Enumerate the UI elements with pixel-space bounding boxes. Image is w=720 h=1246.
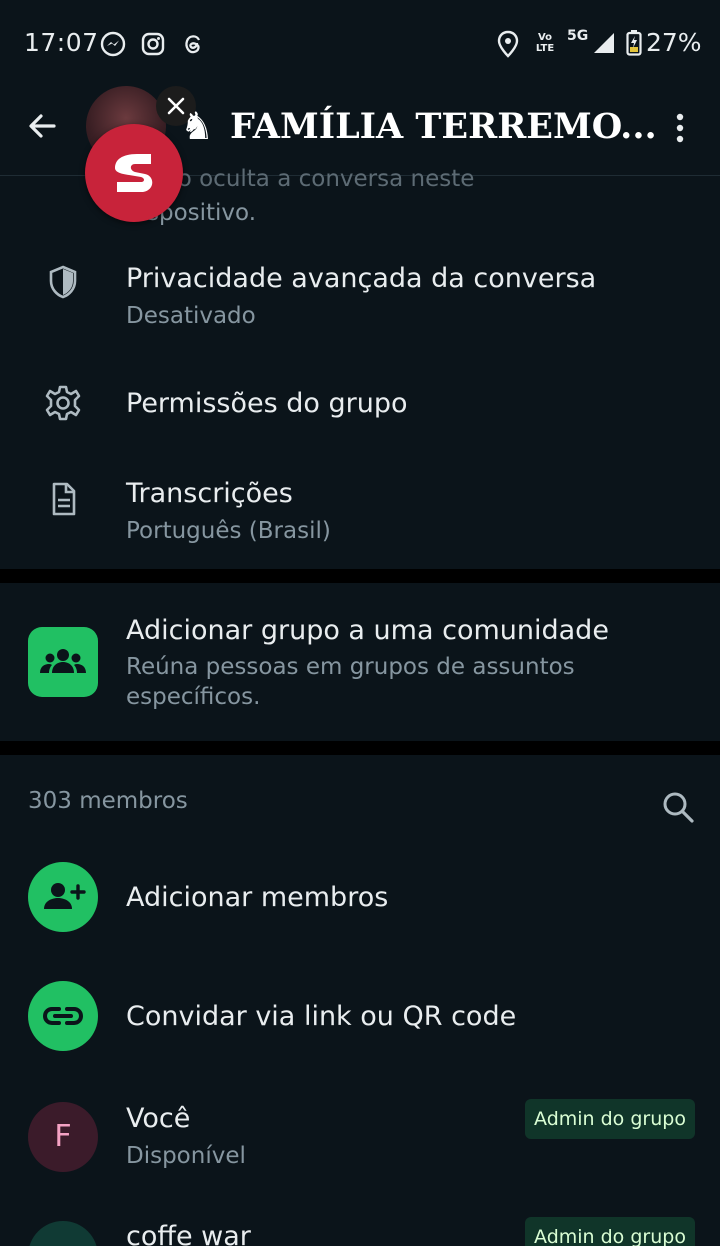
add-person-icon xyxy=(44,883,86,909)
back-arrow-icon[interactable] xyxy=(24,108,60,144)
section-divider xyxy=(0,569,720,583)
invite-icon-circle xyxy=(28,981,98,1051)
knight-chess-icon: ♞ xyxy=(180,104,215,148)
status-time: 17:07 xyxy=(24,28,99,57)
add-members-label: Adicionar membros xyxy=(126,882,389,913)
members-count: 303 membros xyxy=(28,788,188,814)
section-divider xyxy=(0,741,720,755)
privacy-title: Privacidade avançada da conversa xyxy=(126,263,597,294)
member-name: Você xyxy=(126,1103,191,1134)
privacy-status: Desativado xyxy=(126,303,256,329)
transcriptions-title: Transcrições xyxy=(126,478,293,509)
document-icon xyxy=(52,482,76,516)
battery-percent: 27% xyxy=(646,28,702,57)
community-title: Adicionar grupo a uma comunidade xyxy=(126,615,609,646)
transcriptions-language: Português (Brasil) xyxy=(126,518,331,544)
member-status: Disponível xyxy=(126,1143,246,1169)
permissions-title: Permissões do grupo xyxy=(126,388,408,419)
more-options-icon[interactable] xyxy=(666,108,694,148)
signal-icon xyxy=(594,33,614,53)
gear-icon xyxy=(45,385,81,421)
admin-badge: Admin do grupo xyxy=(525,1217,695,1246)
invite-link-label: Convidar via link ou QR code xyxy=(126,1001,517,1032)
threads-icon xyxy=(185,35,201,54)
messenger-icon xyxy=(100,31,126,57)
settings-section xyxy=(0,176,720,569)
bubble-logo-icon xyxy=(115,154,153,192)
admin-badge: Admin do grupo xyxy=(525,1099,695,1139)
instagram-icon xyxy=(141,32,165,56)
community-subtitle: Reúna pessoas em grupos de assuntos espe… xyxy=(126,654,575,710)
member-name: coffe war xyxy=(126,1221,251,1246)
location-icon xyxy=(497,30,519,58)
battery-icon xyxy=(626,30,642,56)
group-title[interactable]: FAMÍLIA TERREMO... xyxy=(230,106,657,147)
shield-icon xyxy=(49,265,77,299)
floating-app-bubble[interactable] xyxy=(85,124,183,222)
network-type: 5G xyxy=(567,28,589,44)
search-icon[interactable] xyxy=(660,789,696,825)
link-icon xyxy=(42,1007,84,1025)
member-avatar: F xyxy=(28,1102,98,1172)
volte-icon: Vo LTE xyxy=(535,32,555,54)
community-icon xyxy=(28,627,98,697)
status-bar: 17:07 Vo LTE 5G 27% xyxy=(0,0,720,86)
add-member-icon-circle xyxy=(28,862,98,932)
